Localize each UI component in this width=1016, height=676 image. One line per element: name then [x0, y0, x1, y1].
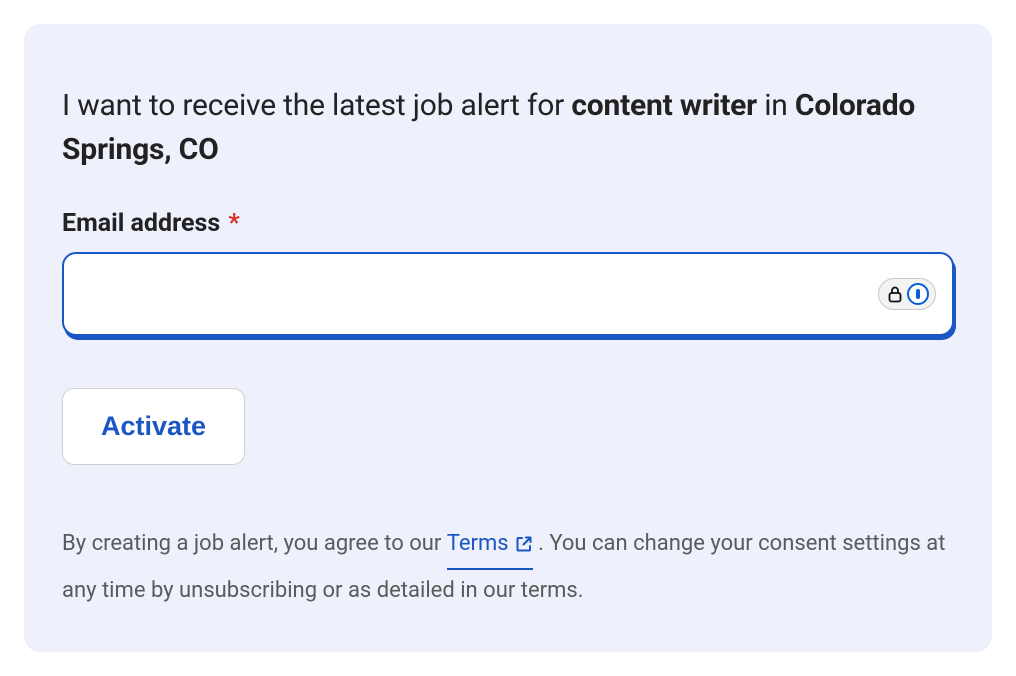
disclaimer-before: By creating a job alert, you agree to ou… [62, 531, 447, 556]
email-field[interactable] [62, 252, 954, 336]
email-input-wrap [62, 252, 954, 336]
terms-link[interactable]: Terms [447, 523, 533, 570]
email-label-row: Email address * [62, 209, 954, 238]
heading-middle: in [757, 88, 795, 123]
email-label: Email address [62, 209, 220, 238]
alert-heading: I want to receive the latest job alert f… [62, 84, 954, 171]
heading-prefix: I want to receive the latest job alert f… [62, 88, 571, 123]
terms-link-label: Terms [447, 523, 509, 565]
password-manager-badge[interactable] [878, 278, 936, 310]
password-manager-icon [907, 283, 929, 305]
required-asterisk: * [228, 209, 239, 238]
disclaimer-text: By creating a job alert, you agree to ou… [62, 523, 954, 612]
heading-query: content writer [571, 88, 757, 123]
lock-icon [887, 285, 903, 303]
job-alert-card: I want to receive the latest job alert f… [24, 24, 992, 652]
activate-button[interactable]: Activate [62, 388, 245, 465]
external-link-icon [515, 523, 533, 565]
